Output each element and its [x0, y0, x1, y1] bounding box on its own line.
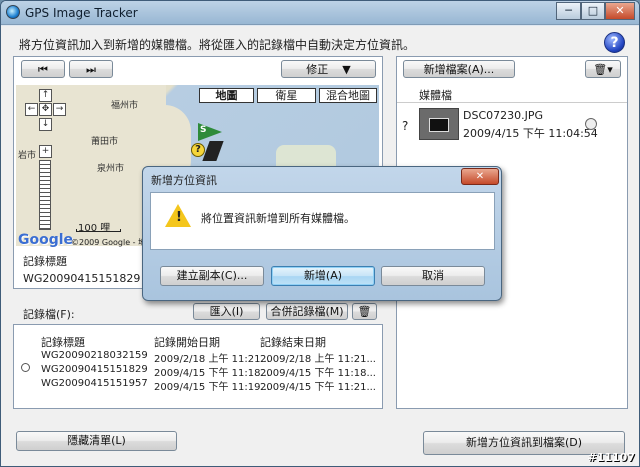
log-end: 2009/4/15 下午 11:18...	[260, 368, 376, 379]
prev-button[interactable]: ⏮	[21, 60, 65, 78]
minimize-button[interactable]: ─	[556, 2, 581, 20]
pan-down-icon[interactable]: ↓	[39, 118, 52, 131]
log-title: WG20090415151957	[41, 378, 148, 389]
pan-up-icon[interactable]: ↑	[39, 89, 52, 102]
zoom-slider[interactable]	[39, 160, 51, 230]
unknown-location-icon: ?	[402, 119, 409, 133]
window-title: GPS Image Tracker	[25, 6, 138, 20]
city-label: 福州市	[111, 101, 139, 111]
pin-icon	[21, 363, 30, 372]
log-start: 2009/4/15 下午 11:19...	[154, 382, 270, 393]
log-end: 2009/4/15 下午 11:21...	[260, 382, 376, 393]
main-window: GPS Image Tracker ─ □ ✕ 將方位資訊加入到新增的媒體檔。將…	[0, 0, 640, 467]
city-label: 岩市	[18, 151, 37, 161]
add-file-button[interactable]: 新增檔案(A)...	[403, 60, 515, 78]
log-start: 2009/4/15 下午 11:18...	[154, 368, 270, 379]
google-logo: Google	[18, 232, 74, 248]
log-end: 2009/2/18 上午 11:21...	[260, 354, 376, 365]
media-filename: DSC07230.JPG	[463, 109, 544, 122]
map-type-hybrid[interactable]: 混合地圖	[319, 88, 377, 103]
divider	[397, 102, 627, 103]
track-title-header: 記錄標題	[23, 255, 67, 268]
thumbnail	[419, 108, 459, 140]
camera-icon	[429, 118, 449, 132]
add-button[interactable]: 新增(A)	[271, 266, 375, 286]
globe-icon	[6, 5, 20, 19]
next-button[interactable]: ⏭	[69, 60, 113, 78]
chevron-down-icon: ▼	[342, 63, 351, 76]
column-header[interactable]: 記錄結束日期	[260, 334, 326, 349]
log-title: WG20090218032159	[41, 350, 148, 361]
city-label: 泉州市	[97, 164, 125, 174]
pan-left-icon[interactable]: ←	[25, 103, 38, 116]
cancel-button[interactable]: 取消	[381, 266, 485, 286]
instruction-text: 將方位資訊加入到新增的媒體檔。將從匯入的記錄檔中自動決定方位資訊。	[19, 38, 416, 52]
trash-icon: 🗑▾	[593, 63, 613, 76]
pan-center-icon[interactable]: ✥	[39, 103, 52, 116]
pan-right-icon[interactable]: →	[53, 103, 66, 116]
title-bar: GPS Image Tracker ─ □ ✕	[1, 1, 639, 25]
dialog-body: ! 將位置資訊新增到所有媒體檔。	[150, 192, 495, 250]
dialog-close-button[interactable]: ✕	[461, 168, 499, 185]
delete-dropdown[interactable]: 🗑▾	[585, 60, 621, 78]
maximize-button[interactable]: □	[581, 2, 605, 20]
scale-bar	[76, 229, 121, 232]
watermark: #11107	[587, 451, 636, 464]
dialog-message: 將位置資訊新增到所有媒體檔。	[201, 212, 355, 225]
log-start: 2009/2/18 上午 11:21...	[154, 354, 270, 365]
logs-label: 記錄檔(F):	[23, 308, 75, 321]
rotate-icon[interactable]	[585, 118, 597, 130]
add-location-dialog: 新增方位資訊 ✕ ! 將位置資訊新增到所有媒體檔。 建立副本(C)... 新增(…	[142, 166, 502, 301]
hide-list-button[interactable]: 隱藏清單(L)	[16, 431, 177, 451]
zoom-in-icon[interactable]: +	[39, 145, 52, 158]
track-title-value: WG20090415151829	[23, 272, 141, 285]
location-marker-icon[interactable]: ?	[191, 143, 205, 157]
trash-icon[interactable]: 🗑	[352, 303, 377, 320]
flag-letter: S	[200, 125, 207, 135]
media-date: 2009/4/15 下午 11:04:54	[463, 127, 598, 140]
map-type-satellite[interactable]: 衛星	[257, 88, 316, 103]
map-type-map[interactable]: 地圖	[199, 88, 254, 103]
import-button[interactable]: 匯入(I)	[193, 303, 260, 320]
correct-dropdown[interactable]: 修正 ▼	[281, 60, 376, 78]
column-header[interactable]: 記錄開始日期	[154, 334, 220, 349]
column-header[interactable]: 記錄標題	[41, 334, 85, 349]
warning-mark: !	[176, 210, 182, 225]
merge-logs-button[interactable]: 合併記錄檔(M)	[266, 303, 348, 320]
city-label: 莆田市	[91, 137, 119, 147]
media-header[interactable]: 媒體檔	[419, 87, 452, 103]
close-button[interactable]: ✕	[605, 2, 635, 20]
help-icon[interactable]: ?	[604, 32, 625, 53]
create-copy-button[interactable]: 建立副本(C)...	[160, 266, 264, 286]
dialog-title: 新增方位資訊	[151, 174, 217, 187]
log-title: WG20090415151829	[41, 364, 148, 375]
